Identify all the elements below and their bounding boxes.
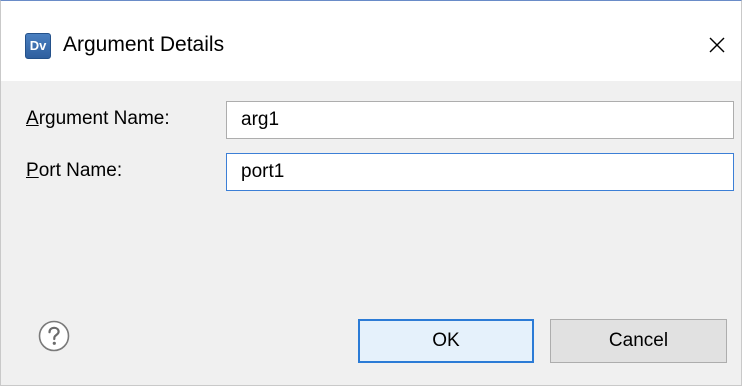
port-name-label-text: ort Name: xyxy=(38,160,123,181)
port-name-input[interactable] xyxy=(226,153,734,191)
port-name-label: Port Name: xyxy=(26,159,122,183)
argument-name-label-text: rgument Name: xyxy=(38,108,170,129)
app-icon: Dv xyxy=(25,33,51,59)
close-icon xyxy=(709,37,725,53)
app-icon-text: Dv xyxy=(29,38,47,53)
argument-name-accelerator: A xyxy=(26,108,39,129)
close-button[interactable] xyxy=(697,25,737,65)
port-name-accelerator: P xyxy=(26,160,39,181)
title-bar: Dv Argument Details xyxy=(1,1,741,81)
argument-name-input[interactable] xyxy=(226,101,734,139)
help-button[interactable] xyxy=(38,320,70,352)
dialog-title: Argument Details xyxy=(63,33,225,56)
argument-name-label: Argument Name: xyxy=(26,107,170,131)
help-icon xyxy=(38,320,70,352)
ok-button[interactable]: OK xyxy=(358,319,534,363)
cancel-button[interactable]: Cancel xyxy=(550,319,727,363)
argument-details-dialog: Dv Argument Details Argument Name: Port … xyxy=(0,0,742,386)
